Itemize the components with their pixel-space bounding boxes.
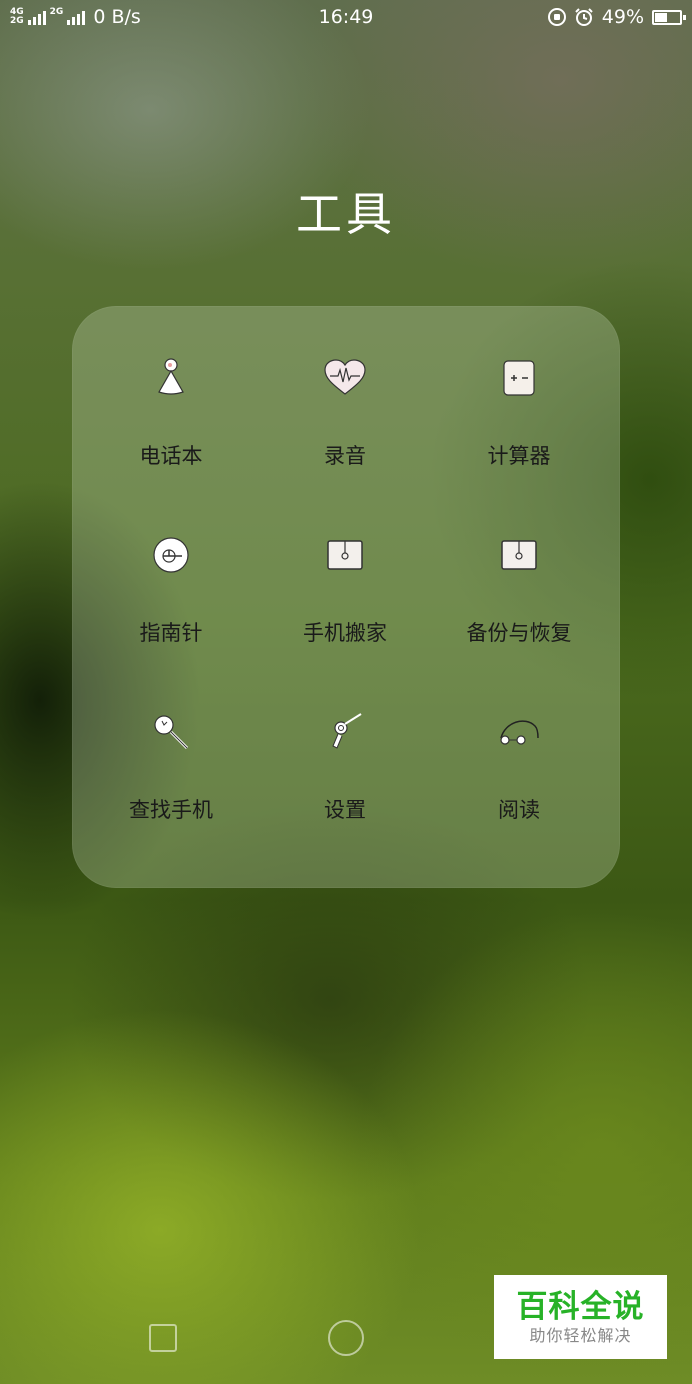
app-reader[interactable]: 阅读 <box>432 702 606 879</box>
contacts-icon <box>141 348 201 408</box>
app-label: 电话本 <box>139 444 203 468</box>
app-contacts[interactable]: 电话本 <box>84 348 258 525</box>
app-label: 阅读 <box>498 798 540 822</box>
rotation-lock-icon <box>547 8 566 26</box>
recents-icon[interactable] <box>149 1324 177 1352</box>
app-find-phone[interactable]: 查找手机 <box>84 702 258 879</box>
app-label: 备份与恢复 <box>466 621 572 645</box>
battery-percent: 49% <box>601 6 644 28</box>
watermark-subtitle: 助你轻松解决 <box>529 1326 632 1345</box>
calculator-icon <box>489 348 549 408</box>
app-label: 设置 <box>324 798 366 822</box>
battery-icon <box>652 9 686 25</box>
app-label: 查找手机 <box>129 798 213 822</box>
app-label: 指南针 <box>139 621 203 645</box>
app-label: 录音 <box>324 444 366 468</box>
find-phone-icon <box>141 702 201 762</box>
watermark-title: 百科全说 <box>516 1289 645 1325</box>
app-phone-clone[interactable]: 手机搬家 <box>258 525 432 702</box>
app-grid: 电话本 录音 计算器 指南针 手机搬家 备份与恢复 查找手机 设置 阅读 <box>84 348 608 879</box>
folder-title[interactable]: 工具 <box>0 178 692 244</box>
app-settings[interactable]: 设置 <box>258 702 432 879</box>
home-icon[interactable] <box>328 1320 364 1356</box>
app-label: 手机搬家 <box>303 621 387 645</box>
reader-icon <box>489 702 549 762</box>
app-calculator[interactable]: 计算器 <box>432 348 606 525</box>
battery-fill <box>655 12 667 22</box>
app-backup-restore[interactable]: 备份与恢复 <box>432 525 606 702</box>
recorder-icon <box>315 348 375 408</box>
alarm-icon <box>575 8 593 26</box>
status-right: 49% <box>547 6 686 28</box>
app-label: 计算器 <box>487 444 551 468</box>
folder-panel: 电话本 录音 计算器 指南针 手机搬家 备份与恢复 查找手机 设置 阅读 <box>72 306 620 888</box>
app-compass[interactable]: 指南针 <box>84 525 258 702</box>
home-screen: 4G 2G 2G 0 B/s 16:49 49% 工具 电话本 录音 计算器 指… <box>0 0 692 1384</box>
app-recorder[interactable]: 录音 <box>258 348 432 525</box>
settings-icon <box>315 702 375 762</box>
phone-clone-icon <box>315 525 375 585</box>
status-bar: 4G 2G 2G 0 B/s 16:49 49% <box>0 0 692 36</box>
watermark: 百科全说 助你轻松解决 <box>494 1275 667 1359</box>
compass-icon <box>141 525 201 585</box>
backup-restore-icon <box>489 525 549 585</box>
